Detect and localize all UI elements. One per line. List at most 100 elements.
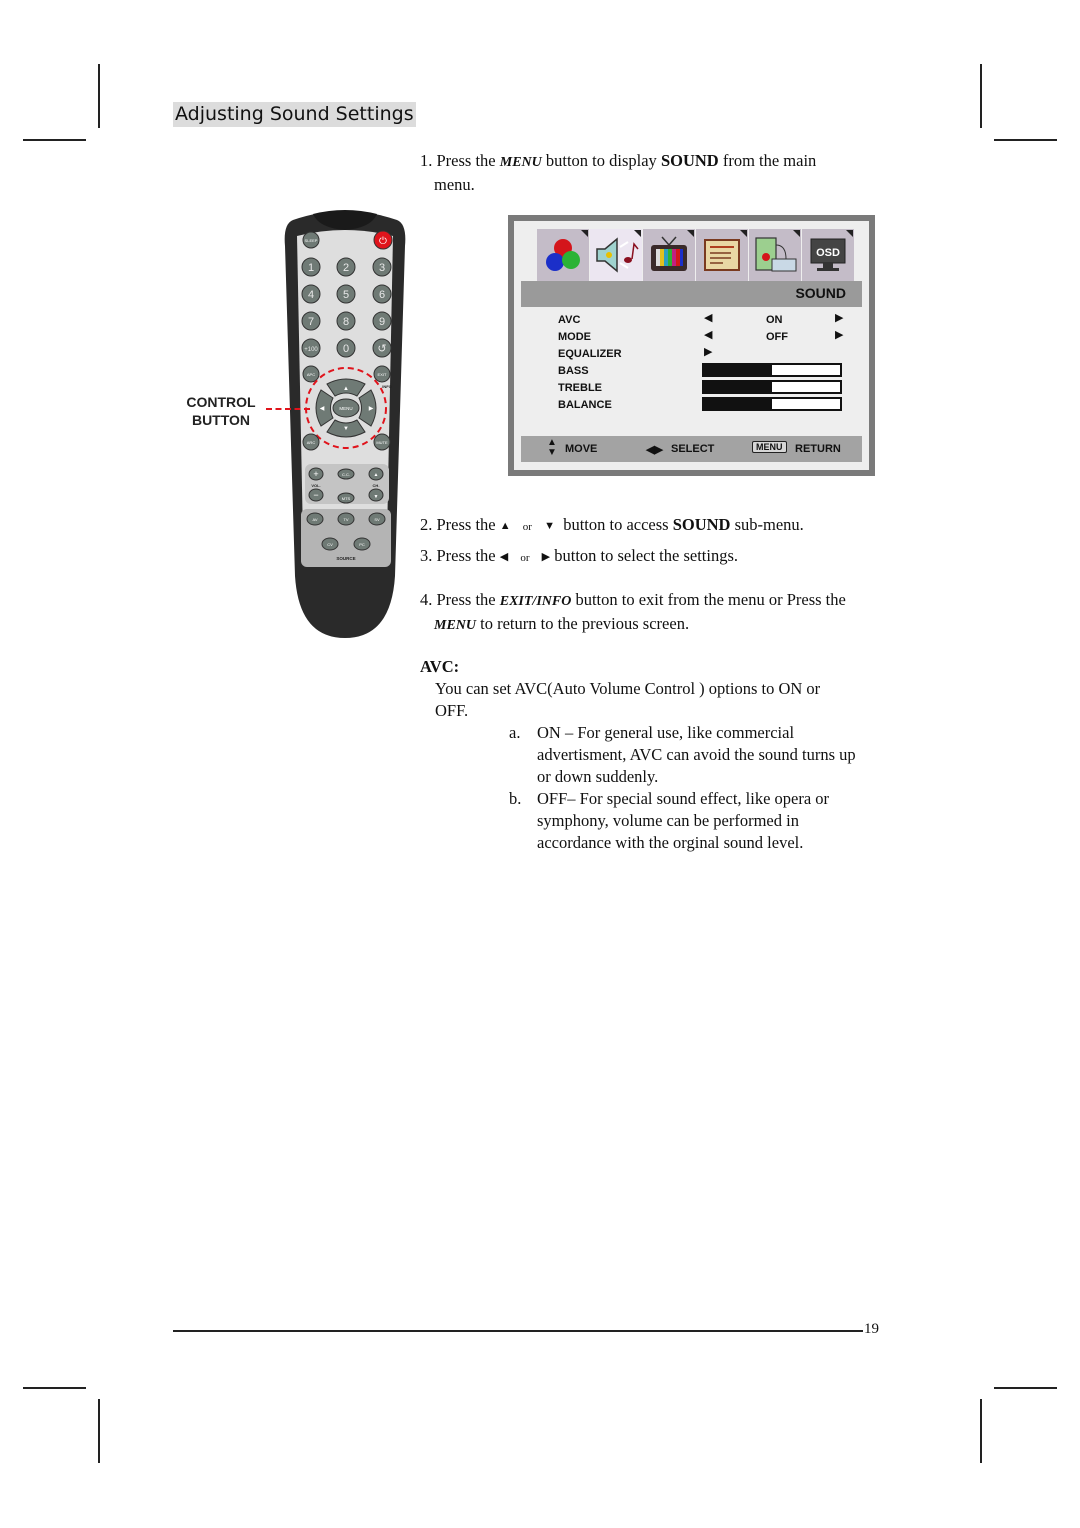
crop-mark [980,64,982,128]
digit-1-button[interactable]: 1 [308,262,314,274]
nav-up-button[interactable]: ▲ [343,386,349,392]
step-1: 1. Press the MENU button to display SOUN… [420,150,880,196]
osd-value-mode: OFF [766,331,788,343]
digit-2-button[interactable]: 2 [343,262,349,274]
digit-3-button[interactable]: 3 [379,262,385,274]
step-number: 2. [420,515,433,534]
pc-button[interactable]: PC [359,542,365,547]
callout-line [266,408,310,410]
right-arrow-icon: ▶ [541,551,551,563]
vol-label: VOL. [311,483,320,488]
osd-tab-osd[interactable]: OSD [802,229,854,281]
list-line: OFF– For special sound effect, like oper… [537,789,830,808]
av-button[interactable]: AV [312,517,317,522]
digit-8-button[interactable]: 8 [343,316,349,328]
sleep-button[interactable]: SLEEP [302,231,320,249]
osd-tab-sound[interactable] [590,229,642,281]
osd-row-mode[interactable]: MODE [558,331,591,343]
cv-button[interactable]: CV [327,542,333,547]
crop-mark [98,1399,100,1463]
treble-level-bar[interactable] [702,380,842,394]
cc-button[interactable]: C.C. [342,472,350,477]
nav-down-button[interactable]: ▼ [343,426,349,432]
recall-button[interactable]: ↺ [377,343,386,355]
osd-row-avc[interactable]: AVC [558,314,580,326]
nav-left-button[interactable]: ◀ [320,406,325,412]
step-3: 3. Press the ◀ or ▶ button to select the… [420,545,880,569]
list-marker: b. [509,789,522,808]
source-label: SOURCE [336,556,355,561]
left-arrow-icon[interactable]: ◀ [704,311,712,324]
control-button-callout: CONTROL BUTTON [180,393,262,429]
osd-row-bass[interactable]: BASS [558,365,589,377]
digit-7-button[interactable]: 7 [308,316,314,328]
or-text: or [522,521,532,533]
info-label: INFO [382,384,392,389]
exit-button[interactable]: EXIT [378,372,387,377]
digit-5-button[interactable]: 5 [343,289,349,301]
page-number: 19 [864,1321,879,1337]
osd-tab-picture[interactable] [537,229,589,281]
crop-mark [980,1399,982,1463]
osd-tab-setup[interactable] [696,229,748,281]
setup-icon [704,239,740,271]
avc-intro-line: You can set AVC(Auto Volume Control ) op… [435,679,821,698]
list-line: ON – For general use, like commercial [537,723,795,742]
menu-button[interactable]: MENU [339,406,352,411]
plus100-button[interactable]: +100 [304,347,318,353]
nav-right-button[interactable]: ▶ [369,406,374,412]
menu-key-ref: MENU [499,155,542,170]
menu-key-ref: MENU [434,618,477,633]
bar-fill [704,365,772,375]
tv-button[interactable]: TV [343,517,348,522]
sound-ref: SOUND [660,151,719,170]
left-arrow-icon[interactable]: ◀ [704,328,712,341]
tv-icon [651,236,687,271]
osd-row-treble[interactable]: TREBLE [558,382,602,394]
left-right-arrows-icon: ◀▶ [646,444,663,456]
osd-row-equalizer[interactable]: EQUALIZER [558,348,622,360]
sound-ref: SOUND [672,515,731,534]
digit-0-button[interactable]: 0 [343,343,349,355]
list-marker: a. [509,723,521,742]
avc-option-on: a. ON – For general use, like commercial… [509,722,889,788]
sv-button[interactable]: SV [374,517,380,522]
mute-button[interactable]: MUTE [376,440,388,445]
apc-button[interactable]: APC [307,372,315,377]
digit-4-button[interactable]: 4 [308,289,314,301]
mts-button[interactable]: MTS [342,496,351,501]
right-arrow-icon[interactable]: ▶ [835,311,843,324]
bar-fill [704,382,772,392]
power-button[interactable]: ⏻ [373,230,393,250]
crop-mark [98,64,100,128]
digit-6-button[interactable]: 6 [379,289,385,301]
pc-icon [755,237,797,272]
osd-row-balance[interactable]: BALANCE [558,399,612,411]
step-text: Press the [436,151,496,170]
step-text: sub-menu. [734,515,804,534]
step-number: 4. [420,590,433,609]
vol-down-button[interactable]: − [313,490,318,500]
step-text: from the main [722,151,817,170]
avc-intro-line: OFF. [435,701,469,720]
balance-level-bar[interactable] [702,397,842,411]
ch-up-button[interactable]: ▲ [374,472,379,478]
or-text: or [520,552,530,564]
svg-text:OSD: OSD [816,247,840,259]
ch-down-button[interactable]: ▼ [374,494,379,500]
arc-button[interactable]: ARC [307,440,316,445]
osd-tab-tv[interactable] [643,229,695,281]
right-arrow-icon[interactable]: ▶ [704,345,712,358]
crop-mark [994,139,1057,141]
osd-tab-pc[interactable] [749,229,801,281]
right-arrow-icon[interactable]: ▶ [835,328,843,341]
avc-intro: You can set AVC(Auto Volume Control ) op… [435,678,885,722]
move-hint: MOVE [565,443,598,455]
bass-level-bar[interactable] [702,363,842,377]
avc-heading: AVC: [420,657,460,676]
digit-9-button[interactable]: 9 [379,316,385,328]
step-4: 4. Press the EXIT/INFO button to exit fr… [420,589,890,637]
footer-rule [173,1330,863,1332]
vol-up-button[interactable]: + [313,469,318,479]
ch-label: CH. [373,483,380,488]
